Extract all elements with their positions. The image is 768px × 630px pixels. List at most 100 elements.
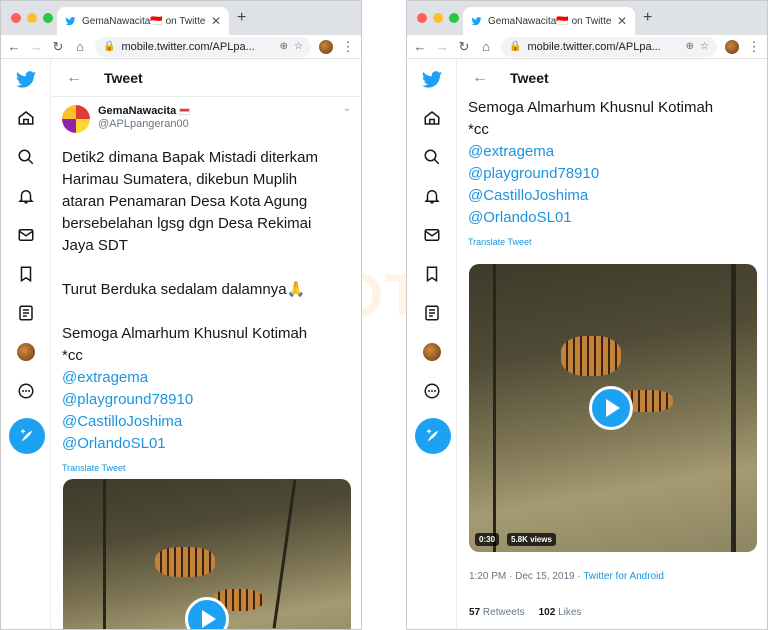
twitter-favicon-icon	[65, 16, 76, 25]
video-tree	[103, 479, 106, 629]
home-button-icon[interactable]: ⌂	[479, 39, 493, 54]
profile-avatar[interactable]	[407, 343, 457, 361]
list-icon[interactable]	[1, 304, 51, 322]
forward-icon[interactable]: →	[435, 39, 449, 54]
mention-link[interactable]: @CastilloJoshima	[468, 185, 757, 207]
bell-icon[interactable]	[1, 187, 51, 205]
add-icon[interactable]: ⊕	[686, 41, 694, 52]
search-icon[interactable]	[407, 148, 457, 166]
bookmark-star-icon[interactable]: ☆	[700, 41, 709, 52]
author-name: GemaNawacita	[98, 105, 177, 117]
more-icon[interactable]	[1, 382, 51, 400]
twitter-logo-icon[interactable]	[407, 69, 457, 91]
translate-tweet-link[interactable]: Translate Tweet	[52, 463, 361, 473]
video-tiger	[155, 547, 215, 577]
bookmark-icon[interactable]	[407, 265, 457, 283]
video-views: 5.8K views	[507, 533, 556, 546]
close-tab-icon[interactable]: ✕	[211, 14, 221, 28]
reload-icon[interactable]: ↻	[457, 39, 471, 55]
likes-label: Likes	[558, 607, 582, 618]
maximize-window-button[interactable]	[43, 13, 53, 23]
likes-stat[interactable]: 102 Likes	[539, 607, 582, 618]
translate-tweet-link[interactable]: Translate Tweet	[458, 237, 767, 247]
url-text: mobile.twitter.com/APLpa...	[527, 40, 661, 53]
mention-link[interactable]: @extragema	[468, 141, 757, 163]
mention-link[interactable]: @extragema	[62, 367, 351, 389]
new-tab-button[interactable]: +	[643, 9, 652, 27]
bookmark-star-icon[interactable]: ☆	[294, 41, 303, 52]
back-icon[interactable]: ←	[413, 39, 427, 54]
minimize-window-button[interactable]	[433, 13, 443, 23]
main-column: ← Tweet GemaNawacita @APLpangeran00 ⌄ De…	[52, 59, 361, 629]
lock-icon: 🔒	[509, 41, 522, 52]
tweet-cc: *cc	[62, 347, 83, 364]
mention-link[interactable]: @OrlandoSL01	[468, 207, 757, 229]
new-tab-button[interactable]: +	[237, 9, 246, 27]
tweet-timestamp-row: 1:20 PM · Dec 15, 2019 · Twitter for And…	[469, 571, 664, 582]
home-icon[interactable]	[1, 109, 51, 127]
mention-link[interactable]: @playground78910	[468, 163, 757, 185]
add-icon[interactable]: ⊕	[280, 41, 288, 52]
more-icon[interactable]	[407, 382, 457, 400]
profile-avatar[interactable]	[1, 343, 51, 361]
close-window-button[interactable]	[417, 13, 427, 23]
forward-icon[interactable]: →	[29, 39, 43, 54]
url-text: mobile.twitter.com/APLpa...	[121, 40, 255, 53]
compose-icon[interactable]	[9, 418, 45, 454]
mention-link[interactable]: @playground78910	[62, 389, 351, 411]
video-player[interactable]	[63, 479, 351, 629]
close-tab-icon[interactable]: ✕	[617, 14, 627, 28]
bell-icon[interactable]	[407, 187, 457, 205]
mention-link[interactable]: @CastilloJoshima	[62, 411, 351, 433]
tweet-condolence: Turut Berduka sedalam dalamnya🙏	[62, 281, 306, 298]
mail-icon[interactable]	[407, 226, 457, 244]
maximize-window-button[interactable]	[449, 13, 459, 23]
compose-icon[interactable]	[415, 418, 451, 454]
close-window-button[interactable]	[11, 13, 21, 23]
address-bar[interactable]: 🔒 mobile.twitter.com/APLpa... ⊕ ☆	[95, 36, 311, 57]
list-icon[interactable]	[407, 304, 457, 322]
browser-tab[interactable]: GemaNawacita🇮🇩 on Twitter: "D ✕	[463, 7, 635, 35]
retweets-stat[interactable]: 57 Retweets	[469, 607, 525, 618]
twitter-logo-icon[interactable]	[1, 69, 51, 91]
address-bar[interactable]: 🔒 mobile.twitter.com/APLpa... ⊕ ☆	[501, 36, 717, 57]
mail-icon[interactable]	[1, 226, 51, 244]
author-handle[interactable]: @APLpangeran00	[98, 118, 190, 130]
search-icon[interactable]	[1, 148, 51, 166]
bookmark-icon[interactable]	[1, 265, 51, 283]
tab-title: GemaNawacita🇮🇩 on Twitter: "D	[82, 15, 205, 27]
author-avatar[interactable]	[62, 105, 90, 133]
tab-title: GemaNawacita🇮🇩 on Twitter: "D	[488, 15, 611, 27]
author-name-row[interactable]: GemaNawacita	[98, 105, 191, 117]
tweet-cc: *cc	[468, 121, 489, 138]
title-bar: GemaNawacita🇮🇩 on Twitter: "D ✕ +	[1, 1, 361, 35]
video-tree	[272, 479, 297, 629]
video-player[interactable]: 0:30 5.8K views	[469, 264, 757, 552]
mention-link[interactable]: @OrlandoSL01	[62, 433, 351, 455]
home-button-icon[interactable]: ⌂	[73, 39, 87, 54]
tweet-body: Semoga Almarhum Khusnul Kotimah *cc @ext…	[458, 97, 767, 229]
play-button[interactable]	[589, 386, 633, 430]
tweet-line: ataran Penamaran Desa Kota Agung	[62, 193, 308, 210]
browser-profile-avatar[interactable]	[319, 39, 333, 54]
video-tree	[731, 264, 736, 552]
browser-menu-icon[interactable]: ⋮	[341, 39, 355, 55]
back-arrow-icon[interactable]: ←	[472, 69, 488, 87]
tweet-source[interactable]: Twitter for Android	[583, 571, 664, 582]
back-icon[interactable]: ←	[7, 39, 21, 54]
title-bar: GemaNawacita🇮🇩 on Twitter: "D ✕ +	[407, 1, 767, 35]
reload-icon[interactable]: ↻	[51, 39, 65, 55]
tweet-time[interactable]: 1:20 PM · Dec 15, 2019 ·	[469, 571, 583, 582]
tweet-prayer: Semoga Almarhum Khusnul Kotimah	[62, 325, 308, 342]
minimize-window-button[interactable]	[27, 13, 37, 23]
browser-profile-avatar[interactable]	[725, 39, 739, 54]
home-icon[interactable]	[407, 109, 457, 127]
back-arrow-icon[interactable]: ←	[66, 69, 82, 87]
likes-count: 102	[538, 607, 556, 618]
browser-window-right: GemaNawacita🇮🇩 on Twitter: "D ✕ + ← → ↻ …	[406, 0, 768, 630]
browser-tab[interactable]: GemaNawacita🇮🇩 on Twitter: "D ✕	[57, 7, 229, 35]
chevron-down-icon[interactable]: ⌄	[343, 103, 351, 114]
page-header: ← Tweet	[458, 59, 767, 97]
browser-menu-icon[interactable]: ⋮	[747, 39, 761, 55]
browser-toolbar: ← → ↻ ⌂ 🔒 mobile.twitter.com/APLpa... ⊕ …	[407, 35, 767, 59]
